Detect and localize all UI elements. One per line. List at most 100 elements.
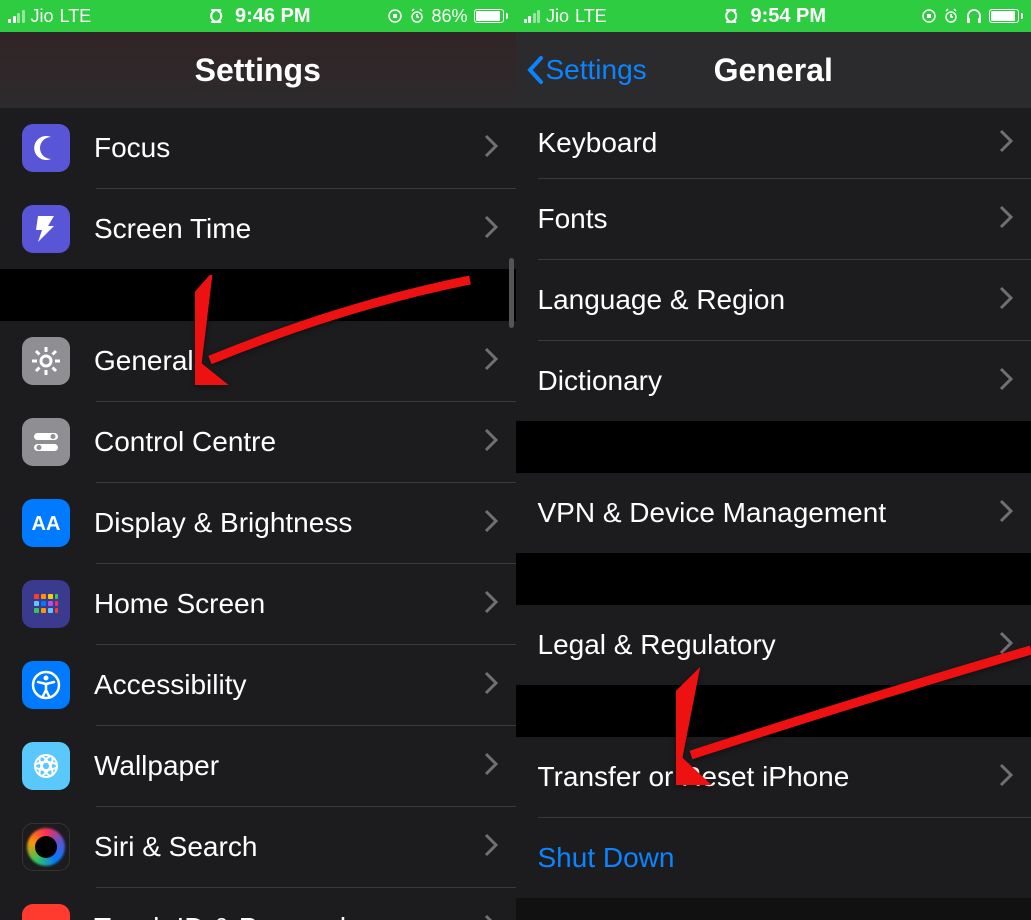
- row-label: Display & Brightness: [94, 507, 484, 539]
- dnd-icon: [899, 8, 915, 24]
- nav-header: Settings: [0, 32, 516, 108]
- chevron-left-icon: [526, 55, 544, 85]
- chevron-right-icon: [999, 205, 1013, 234]
- row-label: Language & Region: [538, 284, 1000, 316]
- row-screen-time[interactable]: Screen Time: [0, 189, 516, 269]
- control-centre-icon: [22, 418, 70, 466]
- chevron-right-icon: [999, 631, 1013, 660]
- chevron-right-icon: [484, 590, 498, 619]
- network-label: LTE: [60, 6, 92, 27]
- row-label: Shut Down: [538, 842, 1014, 874]
- row-language-region[interactable]: Language & Region: [516, 260, 1031, 340]
- rotation-lock-icon: [921, 8, 937, 24]
- row-fonts[interactable]: Fonts: [516, 179, 1031, 259]
- general-list-g4[interactable]: Transfer or Reset iPhone Shut Down: [516, 737, 1031, 898]
- section-gap: [0, 269, 516, 321]
- svg-text:AA: AA: [32, 513, 61, 535]
- focus-icon: [22, 124, 70, 172]
- touch-id-icon: [22, 904, 70, 920]
- chevron-right-icon: [484, 428, 498, 457]
- page-title: Settings: [195, 52, 321, 89]
- row-focus[interactable]: Focus: [0, 108, 516, 188]
- headphones-icon: [965, 8, 983, 24]
- home-screen-icon: [22, 580, 70, 628]
- section-gap: [516, 685, 1031, 737]
- back-label: Settings: [546, 54, 647, 86]
- row-legal-regulatory[interactable]: Legal & Regulatory: [516, 605, 1031, 685]
- battery-icon: [474, 9, 508, 23]
- settings-list-main[interactable]: General Control Centre AA Display & Brig…: [0, 321, 516, 920]
- hotspot-icon: [205, 9, 227, 23]
- row-label: Home Screen: [94, 588, 484, 620]
- chevron-right-icon: [999, 129, 1013, 158]
- row-control-centre[interactable]: Control Centre: [0, 402, 516, 482]
- row-wallpaper[interactable]: Wallpaper: [0, 726, 516, 806]
- page-title: General: [714, 52, 833, 89]
- row-label: Dictionary: [538, 365, 1000, 397]
- battery-fill: [476, 11, 500, 21]
- row-label: Siri & Search: [94, 831, 484, 863]
- status-bar: Jio LTE 9:46 PM 86%: [0, 0, 516, 32]
- row-transfer-reset[interactable]: Transfer or Reset iPhone: [516, 737, 1031, 817]
- row-display-brightness[interactable]: AA Display & Brightness: [0, 483, 516, 563]
- chevron-right-icon: [999, 763, 1013, 792]
- clock-time: 9:54 PM: [750, 5, 826, 28]
- network-label: LTE: [575, 6, 607, 27]
- back-button[interactable]: Settings: [526, 54, 647, 86]
- screen-time-icon: [22, 205, 70, 253]
- settings-list[interactable]: Focus Screen Time: [0, 108, 516, 269]
- carrier-label: Jio: [31, 6, 54, 27]
- chevron-right-icon: [484, 215, 498, 244]
- accessibility-icon: [22, 661, 70, 709]
- chevron-right-icon: [999, 499, 1013, 528]
- chevron-right-icon: [999, 367, 1013, 396]
- row-keyboard[interactable]: Keyboard: [516, 108, 1031, 178]
- row-shut-down[interactable]: Shut Down: [516, 818, 1031, 898]
- signal-bars-icon: [8, 9, 25, 23]
- signal-bars-icon: [524, 9, 541, 23]
- row-vpn-device-management[interactable]: VPN & Device Management: [516, 473, 1031, 553]
- chevron-right-icon: [484, 914, 498, 920]
- row-home-screen[interactable]: Home Screen: [0, 564, 516, 644]
- clock-time: 9:46 PM: [235, 5, 311, 28]
- carrier-label: Jio: [546, 6, 569, 27]
- row-label: Legal & Regulatory: [538, 629, 1000, 661]
- phone-left-settings: Jio LTE 9:46 PM 86% Settings Focus: [0, 0, 516, 920]
- row-label: Fonts: [538, 203, 1000, 235]
- hotspot-icon: [720, 9, 742, 23]
- scrollbar[interactable]: [509, 258, 514, 328]
- dnd-icon: [365, 8, 381, 24]
- section-gap: [516, 553, 1031, 605]
- chevron-right-icon: [484, 509, 498, 538]
- chevron-right-icon: [484, 752, 498, 781]
- status-bar: Jio LTE 9:54 PM: [516, 0, 1031, 32]
- chevron-right-icon: [484, 134, 498, 163]
- chevron-right-icon: [999, 286, 1013, 315]
- row-label: General: [94, 345, 484, 377]
- chevron-right-icon: [484, 671, 498, 700]
- row-touch-id-passcode[interactable]: Touch ID & Passcode: [0, 888, 516, 920]
- nav-header: Settings General: [516, 32, 1031, 108]
- siri-icon: [22, 823, 70, 871]
- row-label: Screen Time: [94, 213, 484, 245]
- battery-pct: 86%: [431, 6, 467, 27]
- row-accessibility[interactable]: Accessibility: [0, 645, 516, 725]
- row-general[interactable]: General: [0, 321, 516, 401]
- general-list-g2[interactable]: VPN & Device Management: [516, 473, 1031, 553]
- general-list-g3[interactable]: Legal & Regulatory: [516, 605, 1031, 685]
- wallpaper-icon: [22, 742, 70, 790]
- gear-icon: [22, 337, 70, 385]
- row-label: VPN & Device Management: [538, 497, 1000, 529]
- row-dictionary[interactable]: Dictionary: [516, 341, 1031, 421]
- battery-icon: [989, 9, 1023, 23]
- alarm-icon: [409, 8, 425, 24]
- chevron-right-icon: [484, 833, 498, 862]
- row-label: Focus: [94, 132, 484, 164]
- section-gap: [516, 421, 1031, 473]
- row-label: Accessibility: [94, 669, 484, 701]
- chevron-right-icon: [484, 347, 498, 376]
- row-siri-search[interactable]: Siri & Search: [0, 807, 516, 887]
- alarm-icon: [943, 8, 959, 24]
- row-label: Wallpaper: [94, 750, 484, 782]
- general-list-g1[interactable]: Keyboard Fonts Language & Region Diction…: [516, 108, 1031, 421]
